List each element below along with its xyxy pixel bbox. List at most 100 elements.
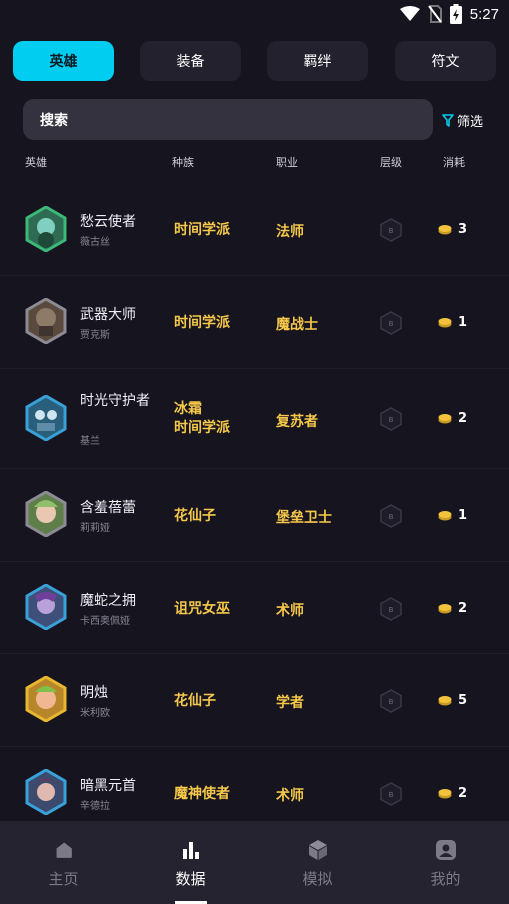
gold-coin-icon (438, 414, 452, 424)
hero-name: 明烛 (80, 685, 108, 701)
tier-label: B (389, 513, 394, 521)
cost-value: 5 (458, 693, 468, 708)
hero-cost: 2 (438, 411, 467, 426)
hero-subname: 薇古丝 (80, 237, 110, 248)
hero-cost: 5 (438, 693, 467, 708)
cost-value: 2 (458, 786, 468, 801)
nav-simulate[interactable]: 模拟 (254, 821, 381, 904)
hero-name: 魔蛇之拥 (80, 593, 136, 609)
cost-value: 3 (458, 222, 468, 237)
hero-race: 时间学派 (174, 222, 230, 238)
hero-name: 武器大师 (80, 307, 136, 323)
nav-simulate-label: 模拟 (302, 870, 333, 888)
search-placeholder: 搜索 (40, 112, 68, 129)
home-icon (56, 842, 72, 858)
tab-runes[interactable]: 符文 (395, 41, 496, 81)
hero-avatar (25, 769, 67, 815)
tier-badge-icon: B (380, 311, 402, 335)
hero-avatar (25, 298, 67, 344)
hero-race: 诅咒女巫 (174, 601, 230, 617)
column-header-hero[interactable]: 英雄 (25, 154, 47, 170)
profile-icon (435, 840, 456, 860)
search-input[interactable]: 搜索 (23, 99, 433, 140)
hero-row[interactable]: 含羞蓓蕾 莉莉娅 花仙子 堡垒卫士 B 1 (0, 469, 509, 562)
filter-icon (442, 114, 454, 127)
tier-badge-icon: B (380, 782, 402, 806)
gold-coin-icon (438, 511, 452, 521)
hero-subname: 贾克斯 (80, 330, 110, 341)
hero-row[interactable]: 魔蛇之拥 卡西奥佩娅 诅咒女巫 术师 B 2 (0, 562, 509, 654)
hero-subname: 米利欧 (80, 708, 110, 719)
gold-coin-icon (438, 604, 452, 614)
hero-class: 复苏者 (276, 414, 318, 430)
hero-subname: 辛德拉 (80, 801, 110, 812)
column-header-cost[interactable]: 消耗 (443, 154, 465, 170)
hero-class: 魔战士 (276, 317, 318, 333)
tier-label: B (389, 791, 394, 799)
hero-cost: 2 (438, 786, 467, 801)
hero-avatar (25, 676, 67, 722)
wifi-icon (399, 6, 420, 21)
hero-cost: 3 (438, 222, 467, 237)
hero-row[interactable]: 明烛 米利欧 花仙子 学者 B 5 (0, 654, 509, 747)
cost-value: 2 (458, 601, 468, 616)
tier-badge-icon: B (380, 597, 402, 621)
cost-value: 1 (458, 508, 468, 523)
tab-traits[interactable]: 羁绊 (267, 41, 368, 81)
hero-class: 学者 (276, 695, 304, 711)
tier-badge-icon: B (380, 504, 402, 528)
tab-items[interactable]: 装备 (140, 41, 241, 81)
hero-race: 魔神使者 (174, 786, 230, 802)
gold-coin-icon (438, 225, 452, 235)
filter-label: 筛选 (457, 115, 484, 130)
tier-label: B (389, 320, 394, 328)
bar-chart-icon (182, 842, 199, 859)
status-time: 5:27 (469, 5, 499, 23)
tab-heroes[interactable]: 英雄 (13, 41, 114, 81)
nav-profile-label: 我的 (430, 870, 461, 888)
status-bar: 5:27 (0, 0, 509, 28)
hero-class: 术师 (276, 603, 304, 619)
column-header-class[interactable]: 职业 (276, 154, 298, 170)
hero-subname: 基兰 (80, 436, 100, 447)
status-icons: 5:27 (399, 4, 499, 24)
column-header-race[interactable]: 种族 (172, 154, 194, 170)
hero-name: 含羞蓓蕾 (80, 500, 136, 516)
cube-icon (308, 840, 327, 860)
hero-row[interactable]: 武器大师 贾克斯 时间学派 魔战士 B 1 (0, 276, 509, 369)
tier-badge-icon: B (380, 407, 402, 431)
gold-coin-icon (438, 318, 452, 328)
hero-row[interactable]: 时光守护者 基兰 冰霜 时间学派 复苏者 B 2 (0, 369, 509, 469)
hero-avatar (25, 584, 67, 630)
hero-race: 时间学派 (174, 315, 230, 331)
nav-home-label: 主页 (48, 870, 79, 888)
nav-home[interactable]: 主页 (0, 821, 127, 904)
battery-charging-icon (449, 4, 462, 24)
tier-badge-icon: B (380, 218, 402, 242)
no-sim-icon (427, 5, 442, 23)
tier-label: B (389, 698, 394, 706)
cost-value: 1 (458, 315, 468, 330)
hero-race-line-1: 冰霜 (174, 401, 202, 417)
hero-avatar (25, 395, 67, 441)
hero-class: 法师 (276, 224, 304, 240)
nav-data[interactable]: 数据 (127, 821, 254, 904)
hero-class: 术师 (276, 788, 304, 804)
tier-label: B (389, 227, 394, 235)
tier-badge-icon: B (380, 689, 402, 713)
cost-value: 2 (458, 411, 468, 426)
tier-label: B (389, 416, 394, 424)
nav-profile[interactable]: 我的 (382, 821, 509, 904)
nav-data-label: 数据 (175, 870, 206, 888)
hero-cost: 1 (438, 508, 467, 523)
hero-name: 暗黑元首 (80, 778, 136, 794)
gold-coin-icon (438, 696, 452, 706)
hero-name: 时光守护者 (80, 393, 150, 409)
hero-race-line-2: 时间学派 (174, 420, 230, 436)
filter-button[interactable]: 筛选 (442, 111, 483, 130)
column-header-tier[interactable]: 层级 (380, 154, 402, 170)
bottom-navigation: 主页 数据 模拟 我的 (0, 821, 509, 904)
hero-race: 花仙子 (174, 693, 216, 709)
hero-row[interactable]: 愁云使者 薇古丝 时间学派 法师 B 3 (0, 184, 509, 276)
hero-avatar (25, 206, 67, 252)
